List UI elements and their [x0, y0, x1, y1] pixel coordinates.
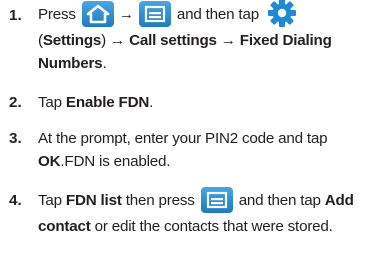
call-settings-label: Call settings: [129, 32, 217, 49]
step-body: At the prompt, enter your PIN2 code and …: [38, 127, 377, 173]
step-text: and then tap: [176, 6, 259, 24]
step-text: Tap: [38, 192, 66, 209]
step-line: OK.FDN is enabled.: [38, 150, 377, 173]
menu-icon: [200, 186, 233, 213]
step-line: contact or edit the contacts that were s…: [38, 215, 377, 238]
ok-label: OK: [38, 153, 61, 170]
step-text: and then tap: [238, 192, 325, 209]
step-line: At the prompt, enter your PIN2 code and …: [38, 130, 328, 147]
contact-label: contact: [38, 218, 91, 235]
step-text: .: [102, 55, 107, 72]
step-number: 3.: [9, 130, 22, 147]
step-number: 1.: [9, 7, 22, 24]
step-text: or edit the contacts that were stored.: [90, 218, 333, 235]
step-text: Tap: [38, 94, 66, 111]
step-line: Press → and then tap: [38, 0, 377, 29]
step-text: →: [216, 32, 240, 49]
step-body: Tap Enable FDN.: [38, 91, 377, 114]
enable-fdn-label: Enable FDN: [65, 94, 150, 111]
menu-icon: [138, 1, 171, 27]
home-icon: [81, 1, 114, 27]
numbers-label: Numbers: [38, 55, 103, 72]
arrow-symbol: →: [118, 6, 134, 24]
step-line: Tap Enable FDN.: [38, 91, 377, 114]
step-line: Tap FDN list then press and then tap Add: [38, 186, 377, 215]
add-label: Add: [324, 192, 354, 209]
instruction-steps: 1. Press → and then tap (Settings) → Cal…: [0, 0, 383, 262]
step-number: 4.: [9, 192, 22, 209]
fdn-list-label: FDN list: [65, 192, 122, 209]
step-body: Tap FDN list then press and then tap Add…: [38, 186, 377, 238]
step-number: 2.: [9, 94, 22, 111]
step-line: Numbers.: [38, 52, 377, 75]
step-text: .FDN is enabled.: [60, 153, 171, 170]
settings-label: Settings: [42, 32, 102, 49]
step-body: Press → and then tap (Settings) → Call s…: [38, 0, 377, 75]
step-text: ) →: [101, 32, 130, 49]
fixed-dialing-label: Fixed Dialing: [239, 32, 332, 49]
step-text: Press: [38, 6, 76, 24]
gear-icon: [267, 0, 297, 27]
step-text: .: [149, 94, 154, 111]
step-line: (Settings) → Call settings → Fixed Diali…: [38, 29, 377, 52]
step-text: then press: [121, 192, 195, 209]
